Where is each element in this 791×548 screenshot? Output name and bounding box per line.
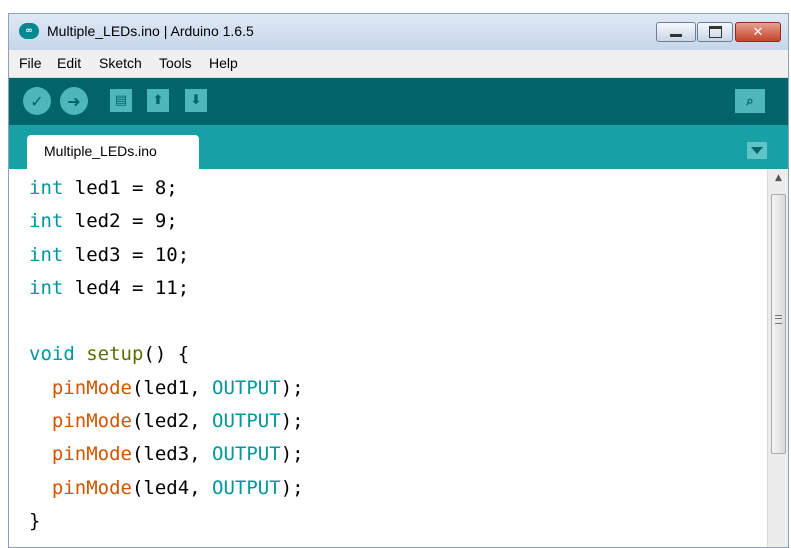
close-icon: ✕ xyxy=(752,24,764,40)
code-token: OUTPUT xyxy=(212,410,281,433)
code-token: (led4, xyxy=(131,476,213,499)
toolbar: ✓ ➜ ▤ ⬆ ⬇ ⌕ xyxy=(9,78,788,125)
code-token: ); xyxy=(280,476,304,499)
code-line: pinMode(led2, OUTPUT); xyxy=(29,405,304,438)
code-token: int xyxy=(29,177,64,199)
tab-strip: Multiple_LEDs.ino xyxy=(9,125,788,169)
save-button[interactable]: ⬇ xyxy=(185,89,207,112)
code-token: setup xyxy=(86,343,144,366)
code-line: int led2 = 9; xyxy=(29,205,304,238)
new-button[interactable]: ▤ xyxy=(110,89,132,112)
code-token: pinMode xyxy=(51,476,132,499)
code-token: (led3, xyxy=(131,443,213,466)
menu-sketch[interactable]: Sketch xyxy=(99,55,142,71)
code-token: pinMode xyxy=(51,376,132,399)
code-token: int xyxy=(29,210,64,233)
code-line: void setup() { xyxy=(29,338,304,371)
code-token: led3 = 10; xyxy=(63,243,190,266)
arrow-up-icon: ⬆ xyxy=(152,93,164,108)
code-line: pinMode(led1, OUTPUT); xyxy=(29,372,304,405)
maximize-button[interactable] xyxy=(697,22,733,42)
code-token: OUTPUT xyxy=(212,443,281,466)
code-token: led1 = 8; xyxy=(63,177,178,199)
menu-edit[interactable]: Edit xyxy=(57,55,81,71)
open-button[interactable]: ⬆ xyxy=(147,89,169,112)
code-line: int led1 = 8; xyxy=(29,172,304,205)
tab-menu-button[interactable] xyxy=(747,142,767,159)
arduino-logo-icon: ∞ xyxy=(19,23,39,39)
close-button[interactable]: ✕ xyxy=(735,22,781,42)
code-token: ); xyxy=(280,376,304,399)
menu-bar: File Edit Sketch Tools Help xyxy=(9,50,788,78)
code-token: pinMode xyxy=(51,443,132,466)
code-token: OUTPUT xyxy=(212,376,281,399)
arduino-window: ∞ Multiple_LEDs.ino | Arduino 1.6.5 ✕ Fi… xyxy=(8,13,789,548)
code-token: } xyxy=(29,509,41,532)
code-token: led2 = 9; xyxy=(63,210,178,233)
tab-multiple-leds[interactable]: Multiple_LEDs.ino xyxy=(27,135,199,169)
code-line: } xyxy=(29,505,304,538)
grip-icon xyxy=(775,315,782,324)
code-token: (led1, xyxy=(131,376,213,399)
menu-tools[interactable]: Tools xyxy=(159,55,192,71)
menu-help[interactable]: Help xyxy=(209,55,238,71)
code-token: OUTPUT xyxy=(212,476,281,499)
arrow-down-icon: ⬇ xyxy=(190,93,202,108)
code-token: ); xyxy=(280,443,304,466)
code-token: () { xyxy=(143,343,190,366)
tab-label: Multiple_LEDs.ino xyxy=(44,143,157,159)
code-line: int led4 = 11; xyxy=(29,272,304,305)
checkmark-icon: ✓ xyxy=(30,91,44,111)
code-token: int xyxy=(29,276,64,299)
code-line: int led3 = 10; xyxy=(29,239,304,272)
minimize-button[interactable] xyxy=(656,22,696,42)
code-line: pinMode(led3, OUTPUT); xyxy=(29,438,304,471)
code-token: ); xyxy=(280,410,304,433)
serial-monitor-button[interactable]: ⌕ xyxy=(735,89,765,113)
vertical-scrollbar[interactable]: ▲ xyxy=(767,169,788,547)
code-line: pinMode(led4, OUTPUT); xyxy=(29,472,304,505)
upload-button[interactable]: ➜ xyxy=(60,87,88,115)
minimize-icon xyxy=(657,23,695,41)
code-token: led4 = 11; xyxy=(63,276,190,299)
maximize-icon xyxy=(698,23,732,41)
code-token: int xyxy=(29,243,64,266)
scrollbar-thumb[interactable] xyxy=(771,194,786,454)
new-file-icon: ▤ xyxy=(114,93,128,108)
code-editor[interactable]: int led1 = 8; int led2 = 9; int led3 = 10;… xyxy=(9,169,767,547)
verify-button[interactable]: ✓ xyxy=(23,87,51,115)
scroll-up-icon[interactable]: ▲ xyxy=(768,169,788,187)
arrow-right-icon: ➜ xyxy=(67,91,81,111)
code-text: int led1 = 8; int led2 = 9; int led3 = 10;… xyxy=(29,172,304,538)
code-token: (led2, xyxy=(131,410,213,433)
magnifier-icon: ⌕ xyxy=(746,93,754,109)
title-bar[interactable]: ∞ Multiple_LEDs.ino | Arduino 1.6.5 ✕ xyxy=(9,14,788,50)
chevron-down-icon xyxy=(751,147,763,154)
window-title: Multiple_LEDs.ino | Arduino 1.6.5 xyxy=(47,23,254,39)
menu-file[interactable]: File xyxy=(19,55,42,71)
code-token: pinMode xyxy=(51,410,132,433)
code-token: void xyxy=(29,343,75,366)
